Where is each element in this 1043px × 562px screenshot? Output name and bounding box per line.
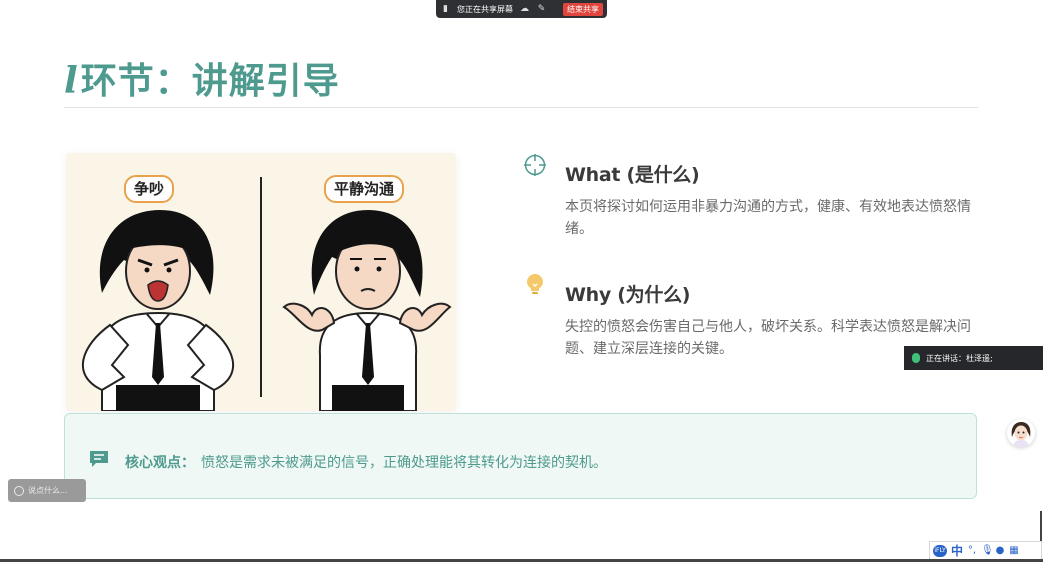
page-title: l环节：讲解引导 [64,52,340,104]
calm-person-figure [282,210,452,411]
argue-label: 争吵 [124,175,175,203]
lightbulb-icon [527,274,543,294]
grid-menu-icon[interactable]: ▦ [1009,545,1019,556]
signal-icon: ▮ [443,4,448,14]
emoji-icon[interactable] [14,485,24,496]
chat-bubble-icon [90,451,108,467]
key-point-box: 核心观点： 愤怒是需求未被满足的信号，正确处理能将其转化为连接的契机。 [64,413,977,499]
cloud-icon[interactable]: ☁ [519,4,530,14]
title-text: 环节：讲解引导 [80,60,340,102]
share-status-text: 您正在共享屏幕 [457,4,513,14]
avatar-image [1011,422,1031,447]
screen-share-bar: ▮ 您正在共享屏幕 ☁ ✎ 结束共享 [436,0,607,18]
punctuation-icon[interactable]: °, [967,545,977,556]
calm-label: 平静沟通 [324,175,405,203]
voice-input-icon[interactable]: 🎙 [981,545,994,556]
comment-placeholder: 说点什么... [28,486,68,495]
speaking-indicator: 正在讲话：杜泽遥; [904,346,1043,370]
ime-mode-toggle[interactable]: 中 [951,542,963,559]
stop-share-button[interactable]: 结束共享 [563,2,603,16]
key-point-label: 核心观点： [125,455,195,471]
microphone-icon [912,353,920,363]
annotate-icon[interactable]: ✎ [536,4,547,14]
comment-input[interactable]: 说点什么... [8,479,86,502]
ime-logo[interactable]: iFLY [933,544,947,557]
window-edge [1040,511,1042,541]
why-heading: Why (为什么) [565,284,691,306]
what-heading: What (是什么) [565,164,700,186]
key-point-text: 愤怒是需求未被满足的信号，正确处理能将其转化为连接的契机。 [201,455,607,471]
angry-person-figure [82,210,234,411]
avatar[interactable] [1007,419,1035,447]
ime-toolbar: iFLY 中 °, 🎙 ● ▦ [929,541,1042,560]
user-icon[interactable]: ● [995,545,1005,556]
what-description: 本页将探讨如何运用非暴力沟通的方式，健康、有效地表达愤怒情绪。 [565,199,971,237]
title-divider [64,107,978,108]
title-prefix: l [64,60,79,102]
illustration-divider [260,177,262,397]
speaking-text: 正在讲话：杜泽遥; [926,353,993,363]
target-icon [524,154,546,176]
comparison-illustration: 争吵 平静沟通 [66,153,456,411]
